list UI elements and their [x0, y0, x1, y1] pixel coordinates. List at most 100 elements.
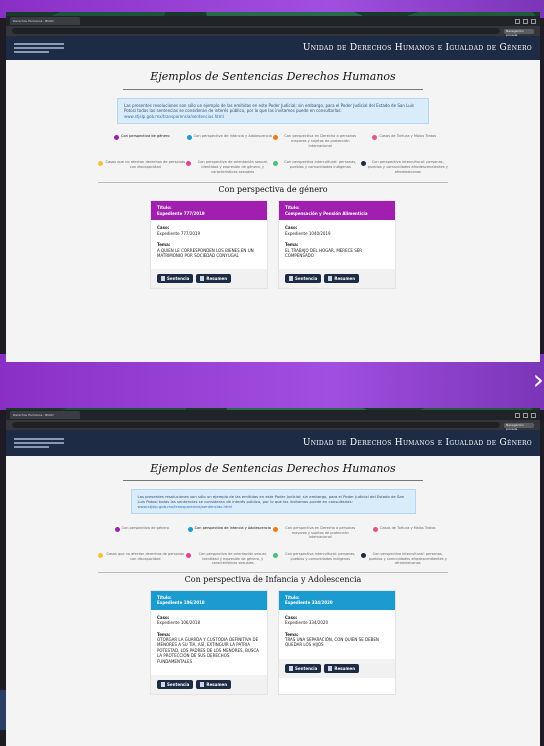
filter-option[interactable]: Con perspectiva de Infancia y Adolescenc… [186, 526, 274, 540]
window-controls[interactable] [515, 412, 536, 418]
filter-dot-icon [273, 527, 278, 533]
summary-button[interactable]: Resumen [196, 274, 232, 284]
filter-label: Con perspectiva de Infancia y Adolescenc… [194, 526, 271, 531]
card-title: Expediente 777/2019 [157, 210, 205, 216]
filter-option[interactable]: Casos que no afectan derechos de persona… [98, 552, 186, 566]
card-header: Título: Expediente 334/2020 [279, 590, 395, 610]
purple-banner-middle [0, 354, 544, 410]
summary-button[interactable]: Resumen [324, 274, 360, 284]
document-icon [161, 276, 165, 282]
sentence-card: Título: Expediente 106/2018 Caso: Expedient… [150, 589, 268, 695]
filter-option[interactable]: Con perspectiva de orientación sexual, i… [185, 160, 274, 174]
filter-dot-icon [186, 135, 192, 141]
filter-option[interactable]: Con perspectiva intercultural: personas,… [273, 552, 361, 566]
filter-dot-icon [113, 135, 119, 141]
filter-option[interactable]: Casos que no afectan derechos de persona… [98, 160, 186, 174]
info-link[interactable]: www.stjslp.gob.mx/transparencia/sentenci… [138, 504, 409, 509]
section-title: Con perspectiva de Infancia y Adolescenc… [184, 574, 362, 584]
filter-dot-icon [187, 527, 193, 533]
filter-option[interactable]: Con perspectiva en Derecho a personas ma… [273, 134, 361, 148]
browser-tabbar: Derechos Humanos - BOLD [6, 410, 540, 420]
card-body: Caso: Expediente 777/2019 Tema: A QUIEN LE … [151, 220, 267, 269]
title-divider [123, 480, 423, 481]
filter-label: Con perspectiva de orientación sexual, i… [198, 552, 267, 566]
filter-option[interactable]: Con perspectiva de Infancia y Adolescenc… [186, 134, 274, 148]
card-body: Caso: Expediente 106/2018 Tema: OTORGAR LA … [151, 610, 267, 675]
filter-dot-icon [114, 527, 120, 533]
document-icon [289, 665, 293, 671]
filter-label: Con perspectiva en Derecho a personas ma… [285, 526, 356, 540]
filter-label: Casos que no afectan derechos de persona… [106, 552, 185, 561]
sentence-button-label: Sentencia [295, 665, 318, 671]
filter-grid: Con perspectiva de género Con perspectiva… [98, 134, 448, 174]
case-value: Expediente 1040/2019 [285, 230, 331, 236]
topic-value: OTORGAR LA GUARDA Y CUSTODIA DEFINITIVA … [157, 637, 259, 664]
card-footer: Sentencia Resumen [151, 269, 267, 289]
site-logo[interactable] [14, 436, 64, 450]
filter-label: Con perspectiva de género [121, 526, 169, 531]
filter-option[interactable]: Con perspectiva intercultural: personas,… [273, 160, 361, 174]
screenshot-genero: Derechos Humanos - BOLD Navegación priva… [6, 12, 540, 362]
filter-label: Casos que no afectan derechos de persona… [105, 160, 186, 169]
filter-label: Con perspectiva intercultural: personas,… [285, 552, 356, 561]
title-divider [123, 89, 423, 90]
address-bar: Navegación privada [6, 420, 540, 431]
topic-value: A QUIEN LE CORRESPONDEN LOS BIENES EN UN… [157, 247, 254, 258]
filter-option[interactable]: Con perspectiva de orientación sexual, i… [185, 552, 274, 566]
card-header: Título: Compensación y Pensión Alimentici… [279, 201, 395, 221]
topic-value: TRAS UNA SEPARACIÓN, CON QUIEN SE DEBEN … [285, 637, 379, 648]
filter-option[interactable]: Casos de Tortura y Malos Tratos [361, 134, 449, 148]
filter-label: Con perspectiva de orientación sexual, i… [197, 160, 268, 174]
info-text: Las presentes resoluciones son sólo un e… [137, 494, 405, 505]
browser-tab[interactable]: Derechos Humanos - BOLD [10, 17, 80, 25]
site-logo[interactable] [14, 41, 64, 55]
private-profile-button[interactable]: Navegación privada [504, 28, 534, 37]
filter-option[interactable]: Con perspectiva en Derecho a personas ma… [273, 526, 361, 540]
filter-dot-icon [360, 553, 366, 559]
filter-dot-icon [185, 161, 191, 167]
window-controls[interactable] [515, 18, 536, 24]
screenshot-infancia: Derechos Humanos - BOLD Navegación priva… [6, 408, 540, 746]
case-value: Expediente 334/2020 [285, 620, 329, 626]
summary-button-label: Resumen [206, 681, 228, 687]
filter-label: Con perspectiva en Derecho a personas ma… [284, 134, 357, 148]
filter-option[interactable]: Con perspectiva de género [98, 526, 186, 540]
sentence-button-label: Sentencia [295, 276, 318, 282]
filter-option[interactable]: Casos de Tortura y Malos Tratos [361, 526, 449, 540]
filter-dot-icon [373, 527, 379, 533]
sentence-button[interactable]: Sentencia [285, 663, 322, 673]
url-field[interactable] [12, 422, 500, 428]
summary-button-label: Resumen [334, 665, 356, 671]
document-icon [200, 276, 205, 282]
info-link[interactable]: www.stjslp.gob.mx/transparencia/sentenci… [124, 114, 422, 119]
filter-option[interactable]: Con perspectiva de género [98, 134, 186, 148]
filter-dot-icon [98, 161, 103, 167]
summary-button[interactable]: Resumen [324, 663, 360, 673]
sentence-button[interactable]: Sentencia [157, 274, 194, 284]
browser-tab[interactable]: Derechos Humanos - BOLD [10, 411, 80, 419]
document-icon [289, 276, 293, 282]
info-box: Las presentes resoluciones son sólo un e… [130, 489, 416, 515]
filter-label: Con perspectiva de Infancia y Adolescenc… [193, 134, 272, 139]
sentence-card: Título: Expediente 777/2019 Caso: Expedient… [150, 200, 268, 290]
url-field[interactable] [12, 28, 500, 34]
page-title: Ejemplos de Sentencias Derechos Humanos [150, 462, 396, 475]
section-divider [98, 571, 448, 573]
sentence-button[interactable]: Sentencia [285, 274, 322, 284]
site-header: Unidad de Derechos Humanos e Igualdad de… [6, 430, 540, 456]
chevron-right-icon: › [532, 363, 544, 396]
card-title: Compensación y Pensión Alimenticia [285, 210, 368, 216]
site-header: Unidad de Derechos Humanos e Igualdad de… [6, 36, 540, 60]
filter-label: Casos de Tortura y Malos Tratos [380, 526, 436, 531]
summary-button[interactable]: Resumen [196, 679, 232, 689]
filter-option[interactable]: Con perspectiva intercultural: personas,… [360, 552, 449, 566]
filter-grid: Con perspectiva de género Con perspectiva… [98, 526, 448, 565]
filter-option[interactable]: Con perspectiva intercultural: personas,… [360, 160, 449, 174]
info-box: Las presentes resoluciones son sólo un e… [117, 98, 429, 125]
sentence-button[interactable]: Sentencia [157, 679, 194, 689]
private-profile-button[interactable]: Navegación privada [504, 422, 534, 431]
filter-label: Con perspectiva de género [120, 134, 170, 139]
card-footer: Sentencia Resumen [279, 658, 395, 678]
topic-value: EL TRABAJO DEL HOGAR, MERECE SER COMPENS… [285, 247, 363, 258]
section-divider [98, 182, 448, 184]
